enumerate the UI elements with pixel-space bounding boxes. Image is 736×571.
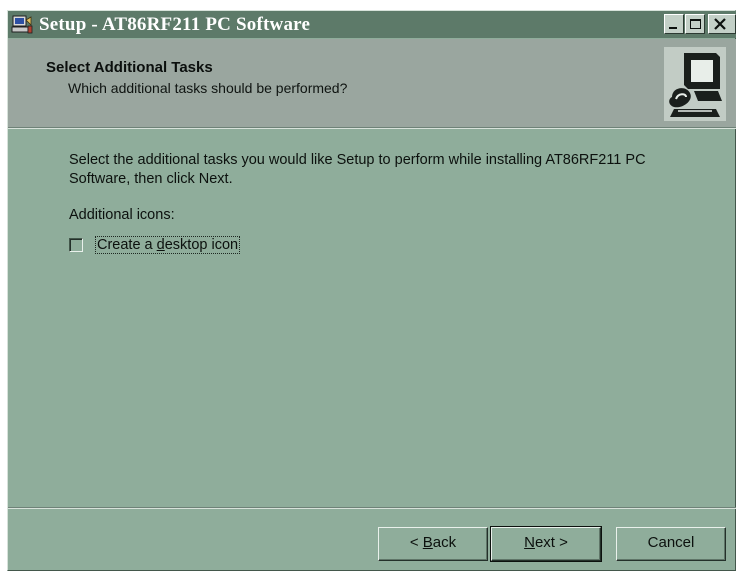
desktop-icon-label[interactable]: Create a desktop icon xyxy=(95,236,241,254)
header-separator xyxy=(8,128,736,129)
close-button[interactable] xyxy=(708,14,736,34)
cancel-button[interactable]: Cancel xyxy=(616,527,726,561)
window-title: Setup - AT86RF211 PC Software xyxy=(39,14,311,35)
title-bar[interactable]: Setup - AT86RF211 PC Software xyxy=(8,11,736,38)
wizard-header: Select Additional Tasks Which additional… xyxy=(8,39,736,128)
minimize-icon xyxy=(669,27,677,29)
setup-computer-icon xyxy=(11,15,33,34)
instructions-text: Select the additional tasks you would li… xyxy=(69,152,646,187)
close-icon xyxy=(714,18,726,30)
desktop-icon-label-suffix: esktop icon xyxy=(164,237,239,253)
desktop-icon-label-prefix: Create a xyxy=(97,237,157,253)
footer-separator-highlight xyxy=(8,508,736,509)
page-title: Select Additional Tasks xyxy=(46,59,213,76)
back-button-prefix: < xyxy=(409,534,423,551)
next-button-suffix: ext > xyxy=(534,534,568,551)
desktop-icon-label-mnemonic: d xyxy=(156,237,165,253)
minimize-button[interactable] xyxy=(664,14,684,34)
maximize-button[interactable] xyxy=(685,14,705,34)
back-button-mnemonic: B xyxy=(422,534,433,551)
back-button[interactable]: < Back xyxy=(378,527,488,561)
back-button-suffix: ack xyxy=(432,534,457,551)
setup-wizard-window: Setup - AT86RF211 PC Software Select Add… xyxy=(7,10,736,571)
next-button-mnemonic: N xyxy=(524,534,535,551)
installer-computer-icon xyxy=(664,47,726,121)
maximize-icon xyxy=(690,19,701,29)
desktop-icon-checkbox[interactable] xyxy=(69,238,83,252)
additional-icons-label: Additional icons: xyxy=(69,207,175,223)
page-subtitle: Which additional tasks should be perform… xyxy=(68,80,348,96)
next-button[interactable]: Next > xyxy=(490,526,602,562)
